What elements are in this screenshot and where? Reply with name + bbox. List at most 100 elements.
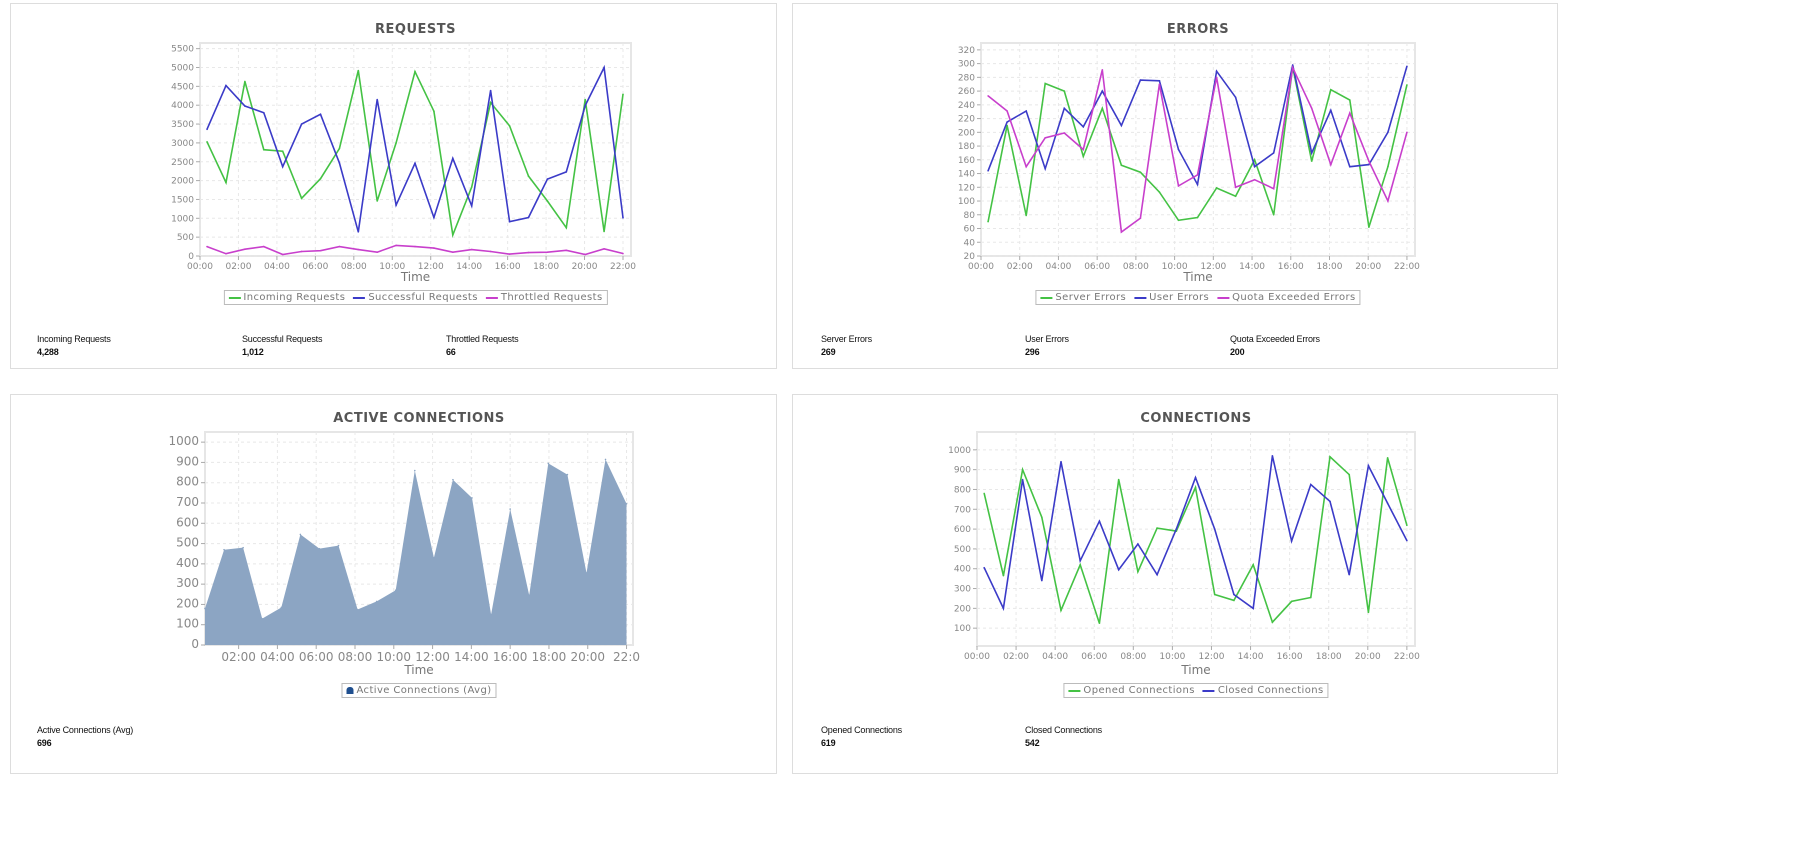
data-point [1406,524,1408,527]
data-point [1006,121,1008,123]
data-point [1060,460,1062,463]
legend-item[interactable]: Successful Requests [353,292,478,303]
chart-svg: 100 200 300 400 500 600 700 800 900 1000 00:00 02:0… [948,431,1420,662]
y-tick-label: 0 [191,637,199,651]
x-axis-label: Time [400,270,431,284]
data-point [622,252,624,255]
stat-server-errors: Server Errors 269 [821,334,872,357]
data-point [584,253,586,256]
legend-item[interactable]: Active Connections (Avg) [346,685,491,696]
data-point [1044,82,1047,85]
legend-label: Successful Requests [368,292,478,303]
data-point [281,150,284,152]
x-tick-label: 06:00 [1084,262,1110,272]
y-tick-label: 1500 [171,195,194,205]
data-point [262,148,265,151]
legend-item[interactable]: User Errors [1134,292,1209,303]
data-point [262,111,265,114]
y-tick-label: 280 [958,73,975,83]
data-point [262,245,265,248]
stat-opened-connections: Opened Connections 619 [821,725,902,748]
stat-label: Successful Requests [242,334,323,344]
data-point [1025,110,1027,112]
legend-swatch [485,296,498,299]
data-point [1098,622,1101,625]
data-point [1234,186,1237,189]
data-point [508,125,511,127]
y-tick-label: 60 [964,225,976,235]
data-point [1063,90,1066,92]
data-point [527,216,530,219]
stat-label: Server Errors [821,334,872,344]
legend-swatch [346,687,354,694]
data-point [1025,214,1027,217]
legend-item[interactable]: Closed Connections [1202,685,1324,696]
data-point [1309,483,1312,486]
x-tick-label: 04:00 [264,262,290,272]
data-point [546,200,549,202]
stat-value: 4,288 [37,347,59,357]
x-tick-label: 16:00 [495,262,521,272]
data-point [546,178,549,180]
data-point [225,252,227,255]
stat-quota-exceeded-errors: Quota Exceeded Errors 200 [1230,334,1320,357]
y-tick-label: 300 [958,60,975,70]
y-tick-label: 220 [958,115,975,125]
legend-item[interactable]: Throttled Requests [485,292,603,303]
data-point [280,606,283,609]
legend-swatch [1217,296,1230,299]
data-point [490,613,492,616]
data-point [565,249,568,252]
stat-value: 66 [446,347,456,357]
data-point [625,503,628,505]
y-tick-label: 200 [176,596,199,610]
y-tick-label: 3000 [171,139,194,149]
legend-item[interactable]: Incoming Requests [228,292,345,303]
y-tick-label: 500 [177,233,194,243]
y-tick-label: 800 [176,475,199,489]
y-tick-label: 40 [964,238,976,248]
y-tick-label: 4500 [171,82,194,92]
data-point [1137,543,1139,545]
data-point [1079,559,1082,562]
data-point [394,589,397,592]
data-point [1348,573,1351,576]
x-tick-label: 14:00 [1239,262,1265,272]
data-point [471,497,473,499]
data-point [1156,527,1158,529]
legend-item[interactable]: Server Errors [1040,292,1126,303]
data-point [1006,110,1008,112]
x-tick-label: 08:00 [341,262,367,272]
data-point [1101,107,1104,110]
y-tick-label: 20 [964,252,976,262]
chart-svg: 0 100 200 300 400 500 600 700 800 900 1000 02:00 04:… [168,431,640,664]
data-point [1082,148,1085,151]
y-tick-label: 600 [954,525,971,535]
data-point [1082,126,1085,128]
data-point [1252,607,1254,610]
x-tick-label: 00:00 [964,652,990,662]
x-axis-label: Time [404,663,434,677]
chart-panel-errors: ERRORS 20 40 60 80 100 120 140 160 180 200 220 240 26… [792,3,1558,369]
y-tick-label: 5500 [171,45,194,55]
data-point [319,249,322,252]
data-point [433,247,435,249]
data-point [1120,231,1123,233]
y-tick-label: 1000 [171,214,194,224]
data-point [1309,596,1312,599]
stat-value: 269 [821,347,836,357]
y-tick-label: 500 [176,536,199,550]
legend-item[interactable]: Quota Exceeded Errors [1217,292,1355,303]
data-point [1329,163,1332,166]
y-tick-label: 300 [954,585,971,595]
x-tick-label: 08:00 [1123,262,1149,272]
y-tick-label: 900 [176,454,199,468]
data-point [1098,520,1101,522]
legend-item[interactable]: Opened Connections [1068,685,1194,696]
data-point [1063,132,1066,134]
data-point [987,220,989,223]
data-point [1272,187,1275,190]
x-tick-label: 14:00 [454,650,489,664]
data-point [1310,152,1313,154]
stat-user-errors: User Errors 296 [1025,334,1069,357]
